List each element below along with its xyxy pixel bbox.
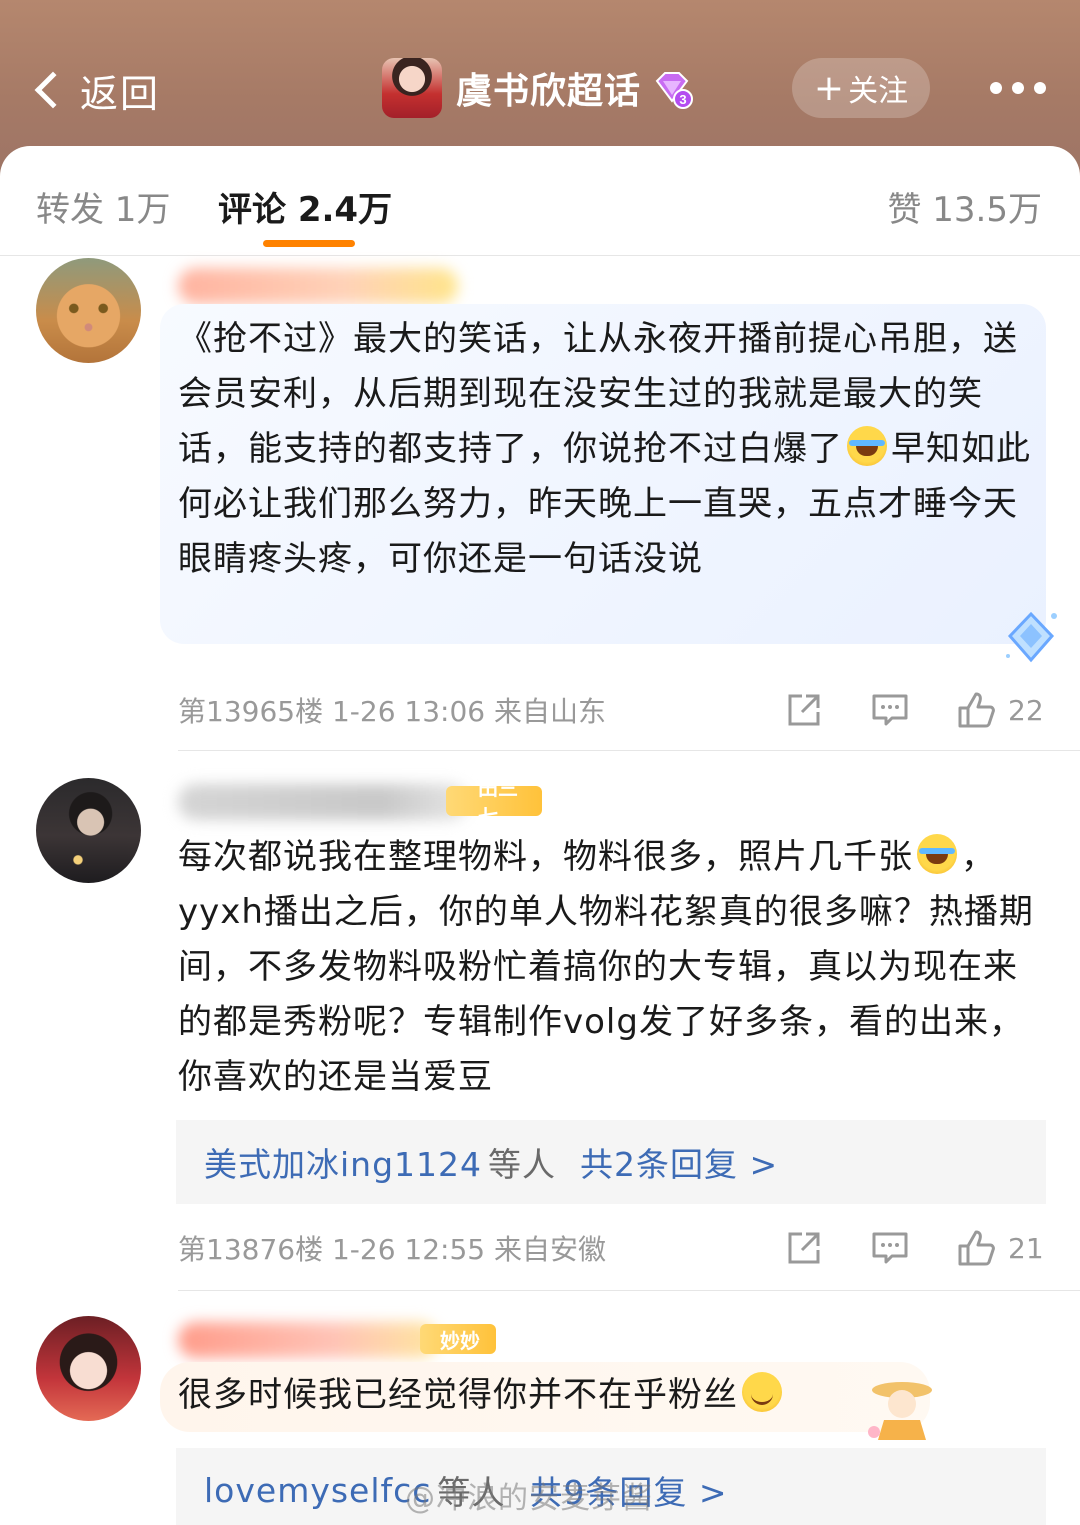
topic-title: 虞书欣超话: [456, 71, 642, 112]
plus-icon: +: [813, 67, 845, 109]
reply-comment-icon[interactable]: [868, 1226, 912, 1270]
comment-text: 《抢不过》最大的笑话，让从永夜开播前提心吊胆，送会员安利，从后期到现在没安生过的…: [178, 312, 1038, 587]
comment-text: 每次都说我在整理物料，物料很多，照片几千张 ，yyxh播出之后，你的单人物料花絮真…: [178, 830, 1038, 1105]
tab-like[interactable]: 赞 13.5万: [887, 182, 1042, 231]
diamond-level-badge-icon: 3: [651, 67, 694, 109]
reply-count-link[interactable]: 共2条回复 >: [580, 1138, 778, 1186]
more-dot: [1012, 82, 1024, 94]
comment-text-part: 每次都说我在整理物料，物料很多，照片几千张: [178, 837, 913, 877]
like-thumb-icon[interactable]: [954, 688, 998, 732]
laugh-cry-emoji-icon: [847, 426, 887, 466]
more-dot: [1034, 82, 1046, 94]
fan-level-tag: 田三七: [446, 776, 542, 829]
username-redacted: [178, 268, 458, 304]
follow-button[interactable]: + 关注: [792, 58, 930, 118]
tab-bar: 转发 1万 评论 2.4万 赞 13.5万: [0, 146, 1080, 256]
topic-header[interactable]: 虞书欣超话 3: [382, 56, 694, 120]
reply-user-names[interactable]: 美式加冰ing1124: [204, 1138, 482, 1186]
avatar[interactable]: [36, 1316, 141, 1421]
more-dot: [990, 82, 1002, 94]
like-count: 22: [1008, 693, 1044, 727]
watermark: @冲浪的安麦芽酱: [405, 1481, 653, 1516]
badge-level-text: 3: [679, 92, 686, 107]
topic-avatar: [382, 58, 442, 118]
fan-tag-label: 妙妙: [440, 1328, 480, 1353]
diamond-sparkle-icon: [1006, 611, 1057, 663]
comment-text-part: 很多时候我已经觉得你并不在乎粉丝: [178, 1375, 738, 1415]
comment-meta: 第13876楼 1-26 12:55 来自安徽 21: [178, 1226, 1044, 1270]
follow-label: 关注: [848, 74, 909, 109]
back-button[interactable]: 返回: [30, 62, 160, 118]
fan-tag-label: 田三七: [478, 776, 518, 829]
fan-level-tag: 妙妙: [420, 1324, 496, 1354]
divider: [178, 750, 1080, 751]
reply-comment-icon[interactable]: [868, 688, 912, 732]
floor-time-location: 第13965楼 1-26 13:06 来自山东: [178, 695, 607, 728]
tab-comment[interactable]: 评论 2.4万: [218, 182, 392, 231]
active-tab-indicator: [263, 240, 355, 247]
divider: [178, 1290, 1080, 1291]
username-redacted: [178, 1322, 438, 1358]
comment-meta: 第13965楼 1-26 13:06 来自山东 22: [178, 688, 1044, 732]
username-redacted: [178, 784, 468, 820]
share-icon[interactable]: [782, 688, 826, 732]
floor-time-location: 第13876楼 1-26 12:55 来自安徽: [178, 1233, 607, 1266]
tab-forward[interactable]: 转发 1万: [36, 182, 170, 231]
avatar[interactable]: [36, 258, 141, 363]
more-options-icon[interactable]: [990, 80, 1046, 96]
decor-character-icon: [868, 1382, 932, 1440]
smile-emoji-icon: [742, 1372, 782, 1412]
avatar[interactable]: [36, 778, 141, 883]
reply-suffix: 等人: [488, 1145, 557, 1184]
laugh-cry-emoji-icon: [917, 834, 957, 874]
back-label: 返回: [80, 71, 161, 116]
share-icon[interactable]: [782, 1226, 826, 1270]
reply-user-names[interactable]: lovemyselfcc: [204, 1471, 431, 1510]
chevron-left-icon: [34, 71, 72, 109]
replies-preview[interactable]: 美式加冰ing1124 等人 共2条回复 >: [176, 1120, 1046, 1204]
like-count: 21: [1008, 1231, 1044, 1265]
like-thumb-icon[interactable]: [954, 1226, 998, 1270]
